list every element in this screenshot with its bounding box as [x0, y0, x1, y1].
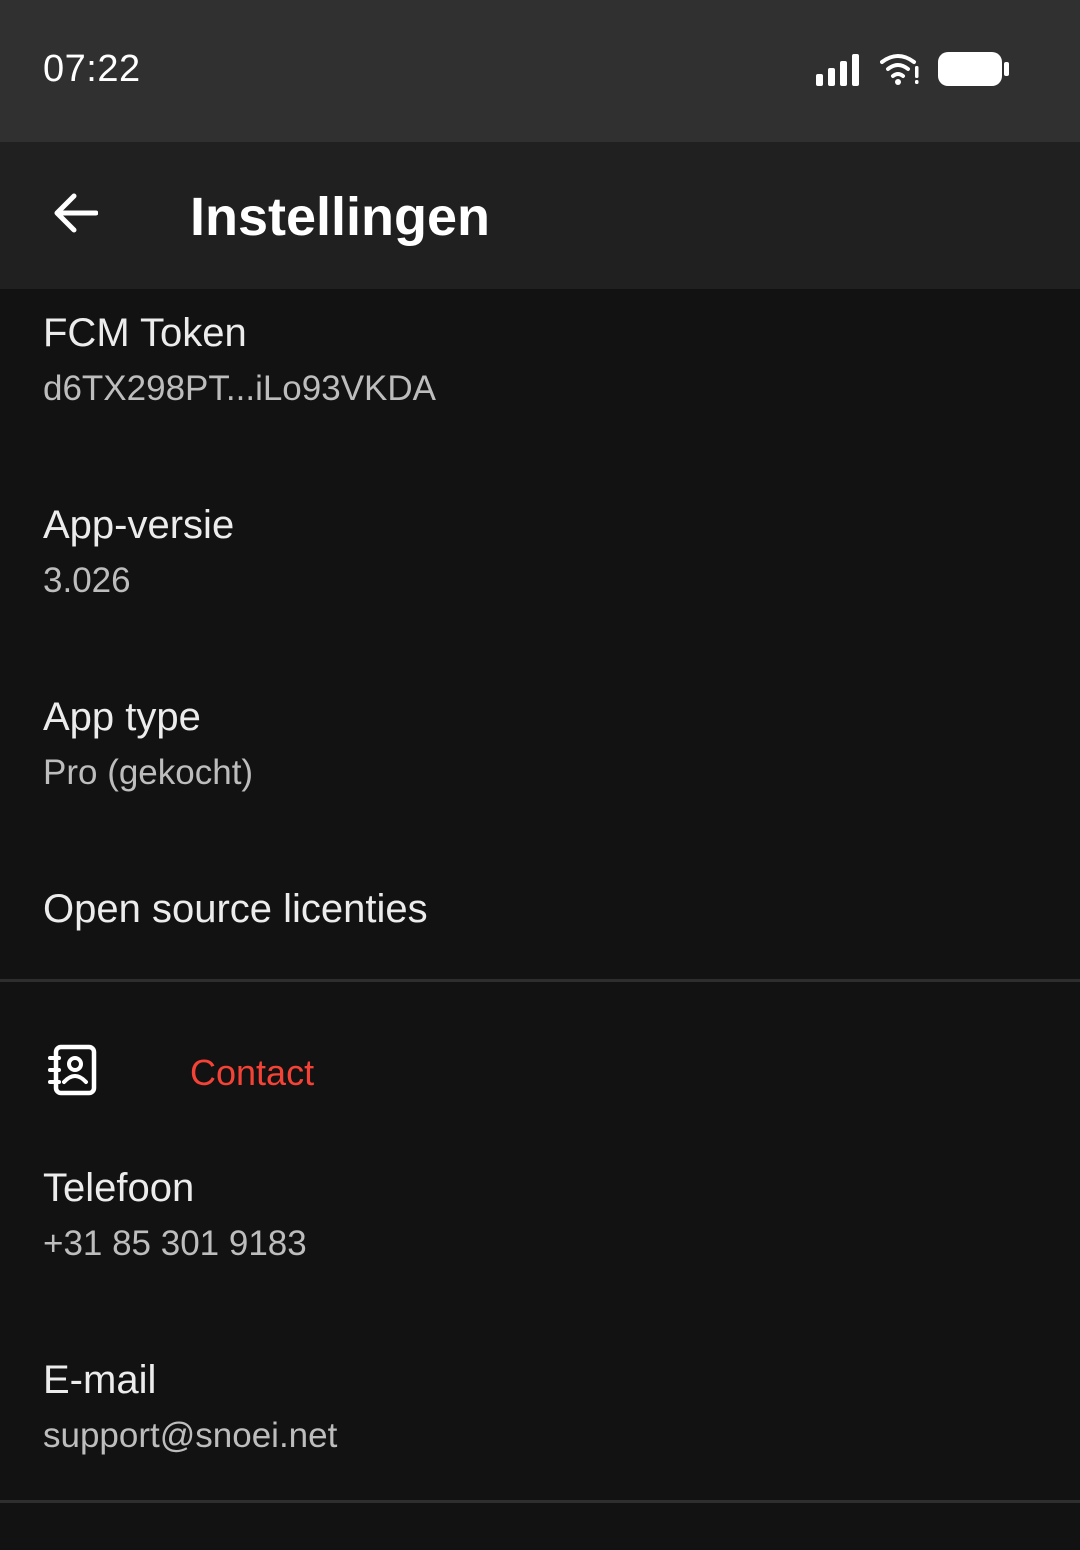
pref-summary: support@snoei.net	[43, 1416, 338, 1455]
wifi-icon	[880, 52, 920, 91]
status-bar: 07:22	[0, 0, 1080, 142]
back-button[interactable]	[40, 180, 110, 250]
status-time: 07:22	[43, 48, 141, 90]
status-icons	[816, 50, 1010, 92]
pref-app-version[interactable]: App-versie 3.026	[0, 475, 1080, 667]
category-title: Contact	[190, 1052, 315, 1093]
pref-fcm-token[interactable]: FCM Token d6TX298PT...iLo93VKDA	[0, 289, 1080, 475]
page-title: Instellingen	[190, 187, 491, 247]
pref-title: App type	[43, 695, 201, 739]
pref-email[interactable]: E-mail support@snoei.net	[0, 1344, 1080, 1500]
contact-book-icon	[47, 1044, 99, 1096]
pref-summary: +31 85 301 9183	[43, 1224, 307, 1263]
pref-open-source-licenses[interactable]: Open source licenties	[0, 859, 1080, 979]
pref-title: FCM Token	[43, 311, 247, 355]
arrow-left-icon	[52, 190, 99, 241]
battery-icon	[938, 51, 1010, 92]
signal-icon	[816, 52, 862, 91]
pref-summary: d6TX298PT...iLo93VKDA	[43, 369, 437, 408]
pref-title: E-mail	[43, 1358, 157, 1402]
pref-title: Open source licenties	[43, 887, 428, 931]
pref-app-type[interactable]: App type Pro (gekocht)	[0, 667, 1080, 859]
divider	[0, 1500, 1080, 1503]
app-bar: Instellingen	[0, 142, 1080, 289]
pref-summary: Pro (gekocht)	[43, 753, 254, 792]
category-contact: Contact	[0, 982, 1080, 1152]
pref-summary: 3.026	[43, 561, 131, 600]
pref-title: App-versie	[43, 503, 235, 547]
pref-title: Telefoon	[43, 1166, 195, 1210]
pref-telefoon[interactable]: Telefoon +31 85 301 9183	[0, 1152, 1080, 1344]
